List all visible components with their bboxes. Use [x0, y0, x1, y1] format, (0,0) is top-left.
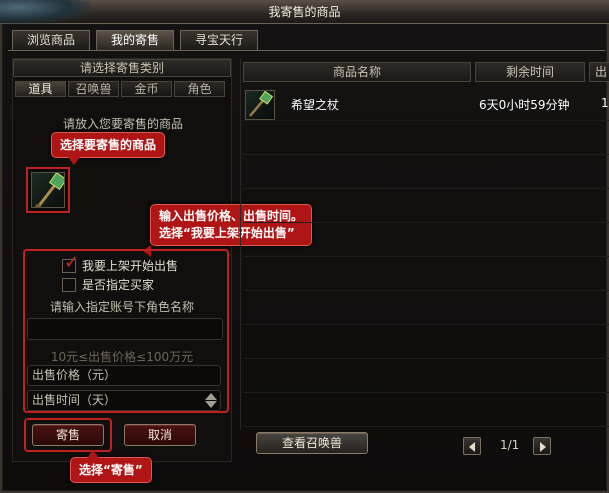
tab-divider — [8, 50, 605, 51]
table-row — [243, 258, 609, 291]
category-tabs: 道具 召唤兽 金币 角色 — [15, 81, 225, 97]
table-row — [243, 326, 609, 359]
tab-browse[interactable]: 浏览商品 — [12, 30, 91, 50]
column-item-name: 商品名称 — [243, 62, 471, 82]
price-range-hint: 10元≤出售价格≤100万元 — [50, 350, 194, 364]
stepper-down-icon[interactable] — [205, 401, 217, 408]
staff-icon — [245, 90, 275, 120]
table-row — [243, 292, 609, 325]
table-row — [243, 156, 609, 189]
table-row — [243, 360, 609, 393]
window-title: 我寄售的商品 — [268, 5, 341, 19]
consigned-items-panel: 商品名称 剩余时间 出 希望之杖 6天0小时59分钟 10 — [240, 58, 609, 430]
list-on-sale-label: 我要上架开始出售 — [82, 259, 179, 273]
specify-buyer-checkbox[interactable] — [62, 277, 76, 292]
item-price: 10 — [601, 96, 609, 110]
consign-button[interactable]: 寄售 — [32, 424, 104, 446]
next-page-button[interactable] — [533, 437, 551, 455]
item-slot[interactable] — [26, 167, 70, 213]
chevron-left-icon — [469, 442, 475, 452]
page-indicator: 1/1 — [500, 438, 520, 452]
title-decoration — [0, 0, 90, 24]
chevron-right-icon — [540, 442, 546, 452]
put-item-hint: 请放入您要寄售的商品 — [62, 117, 183, 131]
price-input[interactable]: 出售价格（元） — [27, 365, 221, 386]
checkmark-icon: ✓ — [64, 251, 80, 273]
window-titlebar: 我寄售的商品 — [0, 0, 609, 24]
specify-buyer-label: 是否指定买家 — [82, 278, 155, 292]
buyer-prompt: 请输入指定账号下角色名称 — [49, 300, 194, 314]
tab-bar: 浏览商品 我的寄售 寻宝天行 — [12, 30, 259, 50]
category-pet[interactable]: 召唤兽 — [68, 81, 119, 97]
column-price: 出 — [589, 62, 609, 82]
category-header: 请选择寄售类别 — [13, 59, 231, 77]
category-item[interactable]: 道具 — [15, 81, 66, 97]
time-input[interactable]: 出售时间（天） — [27, 390, 221, 411]
category-gold[interactable]: 金币 — [121, 81, 172, 97]
buyer-name-input[interactable] — [27, 318, 223, 340]
time-input-label: 出售时间（天） — [32, 393, 117, 407]
staff-icon — [31, 172, 65, 208]
cancel-button[interactable]: 取消 — [124, 424, 196, 446]
stepper-up-icon[interactable] — [205, 393, 217, 400]
view-pet-button[interactable]: 查看召唤兽 — [256, 432, 368, 454]
column-remaining-time: 剩余时间 — [475, 62, 585, 82]
category-character[interactable]: 角色 — [174, 81, 225, 97]
table-row — [243, 190, 609, 223]
tab-my-consignment[interactable]: 我的寄售 — [96, 30, 175, 50]
tab-treasure-hunt[interactable]: 寻宝天行 — [180, 30, 259, 50]
list-on-sale-row[interactable]: ✓ 我要上架开始出售 — [62, 253, 179, 274]
callout-select-item: 选择要寄售的商品 — [51, 132, 166, 165]
item-remaining-time: 6天0小时59分钟 — [479, 98, 570, 112]
table-row — [243, 224, 609, 257]
table-row[interactable]: 希望之杖 6天0小时59分钟 10 — [243, 88, 609, 121]
time-stepper[interactable] — [204, 392, 218, 410]
callout-click-consign: 选择“寄售” — [70, 450, 152, 483]
table-row — [243, 394, 609, 427]
prev-page-button[interactable] — [463, 437, 481, 455]
price-input-label: 出售价格（元） — [32, 368, 117, 382]
table-row — [243, 122, 609, 155]
item-name: 希望之杖 — [291, 98, 340, 112]
list-on-sale-checkbox[interactable]: ✓ — [62, 253, 79, 273]
specify-buyer-row[interactable]: 是否指定买家 — [62, 276, 154, 293]
